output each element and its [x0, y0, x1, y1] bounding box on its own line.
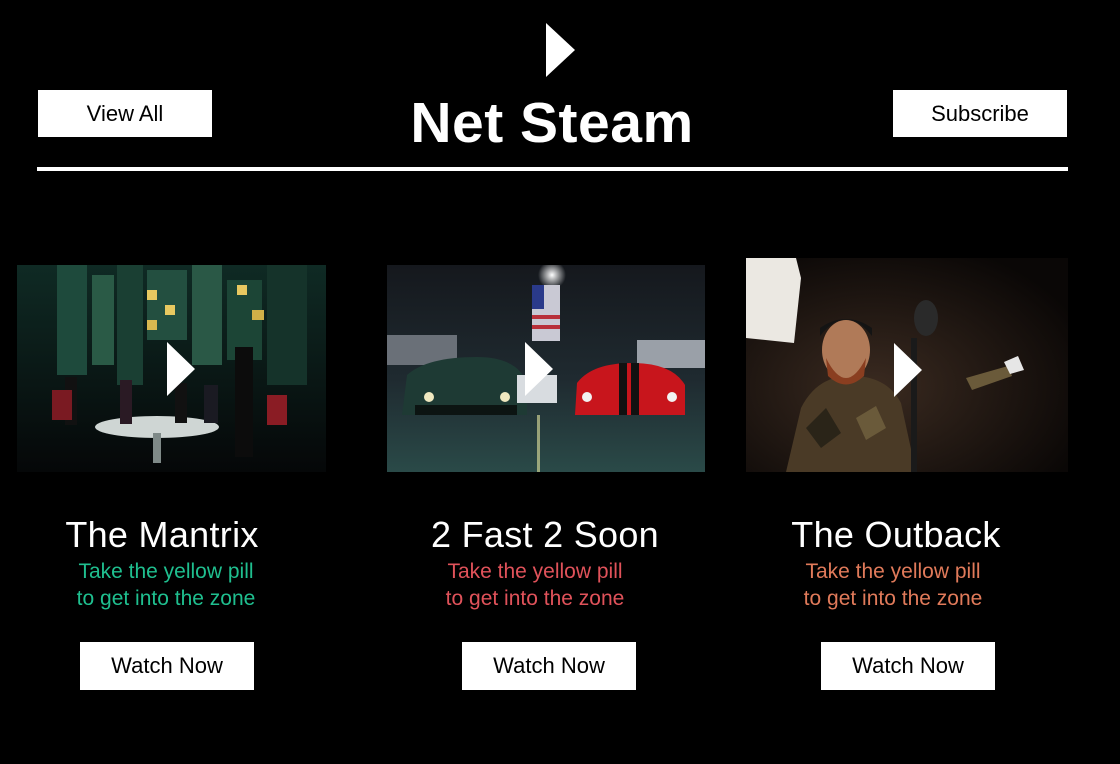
card-description-line: Take the yellow pill — [78, 560, 254, 583]
movie-thumbnail[interactable] — [746, 258, 1068, 472]
play-icon[interactable] — [894, 343, 922, 397]
watch-now-button[interactable]: Watch Now — [821, 642, 995, 690]
card-description-line: to get into the zone — [76, 587, 256, 610]
card-description: Take the yellow pill to get into the zon… — [703, 558, 1083, 612]
card-description-line: Take the yellow pill — [805, 560, 981, 583]
card-description-line: Take the yellow pill — [447, 560, 623, 583]
card-title: The Outback — [791, 514, 1001, 555]
play-icon[interactable] — [525, 342, 553, 396]
logo-play-icon — [546, 23, 575, 77]
card-description-line: to get into the zone — [445, 587, 625, 610]
card-description: Take the yellow pill to get into the zon… — [0, 558, 356, 612]
movie-thumbnail[interactable] — [17, 265, 326, 472]
header-divider — [37, 167, 1068, 171]
card-title: 2 Fast 2 Soon — [430, 514, 660, 555]
card-description: Take the yellow pill to get into the zon… — [345, 558, 725, 612]
card-description-line: to get into the zone — [803, 587, 983, 610]
card-title: The Mantrix — [65, 514, 259, 555]
watch-now-button[interactable]: Watch Now — [80, 642, 254, 690]
play-icon[interactable] — [167, 342, 195, 396]
subscribe-button[interactable]: Subscribe — [893, 90, 1067, 137]
movie-thumbnail[interactable] — [387, 265, 705, 472]
watch-now-button[interactable]: Watch Now — [462, 642, 636, 690]
